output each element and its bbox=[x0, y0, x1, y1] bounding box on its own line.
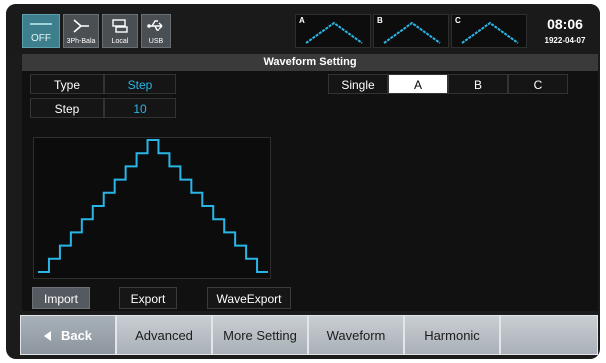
clock-date: 1922-04-07 bbox=[544, 36, 586, 45]
type-label: Type bbox=[30, 74, 104, 94]
phase-tab-b[interactable]: B bbox=[448, 74, 508, 94]
wave-export-button[interactable]: WaveExport bbox=[207, 287, 291, 309]
more-setting-button[interactable]: More Setting bbox=[212, 315, 308, 355]
step-wave-graph bbox=[38, 139, 268, 273]
import-button[interactable]: Import bbox=[32, 287, 90, 309]
step-value-field[interactable]: 10 bbox=[104, 98, 176, 118]
device-screen: OFF 3Ph-Bala Local USB A B C 08:06 1922-… bbox=[6, 4, 600, 359]
three-phase-icon bbox=[73, 19, 89, 33]
page-title: Waveform Setting bbox=[22, 54, 598, 71]
status-bar: OFF 3Ph-Bala Local USB A B C 08:06 1922-… bbox=[6, 4, 600, 54]
softkey-bar: Back Advanced More Setting Waveform Harm… bbox=[20, 315, 598, 355]
three-phase-button[interactable]: 3Ph-Bala bbox=[63, 14, 99, 48]
phase-tab-c[interactable]: C bbox=[508, 74, 568, 94]
harmonic-button[interactable]: Harmonic bbox=[404, 315, 500, 355]
local-mode-label: Local bbox=[111, 38, 129, 45]
usb-icon bbox=[147, 20, 163, 31]
type-value-field[interactable]: Step bbox=[104, 74, 176, 94]
single-label: Single bbox=[328, 74, 388, 94]
waveform-setting-panel: Type Step Step 10 Single A B C Import Ex… bbox=[22, 71, 598, 311]
back-button[interactable]: Back bbox=[20, 315, 116, 355]
phase-b-wave-indicator[interactable]: B bbox=[373, 14, 449, 48]
triangle-wave-icon bbox=[383, 21, 441, 44]
triangle-wave-icon bbox=[305, 21, 363, 44]
back-label: Back bbox=[60, 328, 93, 343]
three-phase-label: 3Ph-Bala bbox=[66, 38, 96, 45]
waveform-preview bbox=[33, 137, 271, 279]
advanced-button[interactable]: Advanced bbox=[116, 315, 212, 355]
local-mode-icon bbox=[112, 19, 128, 33]
export-button[interactable]: Export bbox=[119, 287, 177, 309]
output-off-button[interactable]: OFF bbox=[22, 14, 60, 48]
output-off-label: OFF bbox=[31, 33, 51, 44]
phase-c-wave-indicator[interactable]: C bbox=[451, 14, 527, 48]
waveform-button[interactable]: Waveform bbox=[308, 315, 404, 355]
step-label: Step bbox=[30, 98, 104, 118]
back-arrow-icon bbox=[43, 330, 51, 341]
step-wave-line bbox=[38, 139, 268, 273]
empty-softkey[interactable] bbox=[500, 315, 598, 355]
local-mode-button[interactable]: Local bbox=[102, 14, 138, 48]
usb-button[interactable]: USB bbox=[141, 14, 171, 48]
phase-a-wave-indicator[interactable]: A bbox=[295, 14, 371, 48]
power-bar-icon bbox=[30, 23, 52, 25]
triangle-wave-icon bbox=[461, 21, 519, 44]
clock-time: 08:06 bbox=[547, 16, 583, 32]
phase-tab-a[interactable]: A bbox=[388, 74, 448, 94]
usb-label: USB bbox=[148, 38, 164, 45]
